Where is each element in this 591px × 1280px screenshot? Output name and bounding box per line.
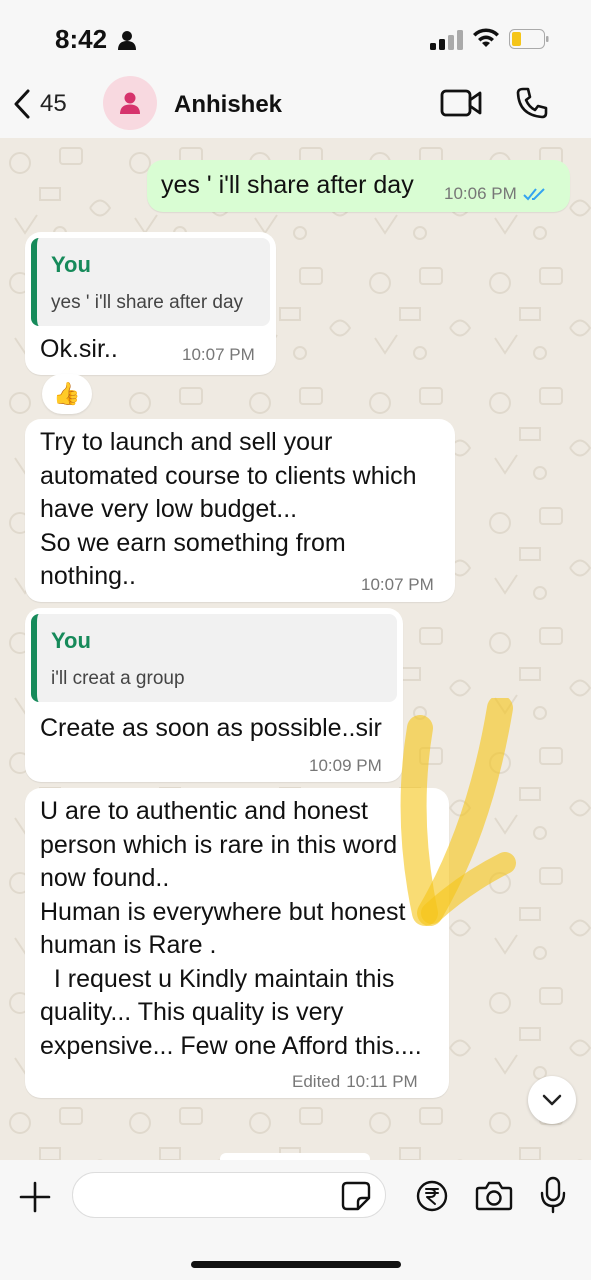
message-input[interactable]	[72, 1172, 386, 1218]
message-meta: 10:07 PM	[182, 345, 255, 365]
scroll-to-bottom-button[interactable]	[528, 1076, 576, 1124]
status-time: 8:42	[55, 24, 108, 54]
microphone-icon	[540, 1176, 566, 1214]
message-text: yes ' i'll share after day	[161, 171, 414, 199]
cellular-signal-icon	[430, 30, 463, 50]
wifi-icon	[473, 28, 499, 47]
voice-call-button[interactable]	[515, 86, 549, 125]
thumbs-up-icon: 👍	[53, 381, 81, 406]
quote-text: i'll creat a group	[51, 668, 185, 689]
message-time: 10:09 PM	[309, 756, 382, 775]
home-indicator	[191, 1261, 401, 1268]
plus-icon	[19, 1181, 51, 1213]
message-time: 10:06 PM	[444, 184, 517, 203]
message-time: 10:11 PM	[346, 1072, 418, 1091]
quoted-message[interactable]: You yes ' i'll share after day	[31, 238, 270, 326]
quote-author: You	[51, 252, 91, 277]
person-icon	[118, 31, 136, 50]
message-text: Create as soon as possible..sir	[40, 714, 382, 742]
attach-button[interactable]	[18, 1180, 52, 1219]
chevron-down-icon	[542, 1094, 562, 1106]
video-camera-icon	[440, 89, 482, 117]
phone-icon	[516, 87, 548, 119]
message-meta: 10:06 PM	[444, 184, 547, 204]
microphone-button[interactable]	[540, 1176, 566, 1219]
quote-text: yes ' i'll share after day	[51, 292, 244, 313]
message-incoming[interactable]: You i'll creat a group Create as soon as…	[25, 608, 403, 782]
message-incoming[interactable]: Try to launch and sell your automated co…	[25, 419, 455, 602]
contact-name[interactable]: Anhishek	[174, 91, 282, 119]
chat-area[interactable]: yes ' i'll share after day 10:06 PM You …	[0, 138, 591, 1160]
double-check-read-icon	[523, 188, 545, 201]
partial-message	[220, 1153, 370, 1160]
unread-count: 45	[40, 90, 67, 117]
avatar[interactable]	[103, 76, 157, 130]
message-time: 10:07 PM	[361, 575, 434, 594]
person-icon	[120, 92, 140, 114]
video-call-button[interactable]	[440, 88, 482, 123]
chat-header: 45 Anhishek	[0, 70, 591, 138]
status-bar: 8:42	[0, 0, 591, 70]
sticker-icon	[341, 1181, 371, 1211]
message-text: Ok.sir..	[40, 335, 118, 363]
message-outgoing[interactable]: yes ' i'll share after day 10:06 PM	[147, 160, 570, 212]
payment-button[interactable]	[416, 1180, 448, 1217]
chevron-left-icon	[14, 89, 30, 119]
message-text: Try to launch and sell your automated co…	[40, 428, 417, 590]
message-text: U are to authentic and honest person whi…	[40, 797, 422, 1060]
message-meta: 10:09 PM	[309, 756, 382, 776]
back-button[interactable]: 45	[12, 88, 67, 120]
message-incoming[interactable]: U are to authentic and honest person whi…	[25, 788, 449, 1098]
reaction-badge[interactable]: 👍	[42, 374, 92, 414]
message-incoming[interactable]: You yes ' i'll share after day Ok.sir.. …	[25, 232, 276, 375]
sticker-button[interactable]	[341, 1181, 371, 1216]
message-meta: Edited 10:11 PM	[292, 1072, 418, 1092]
edited-label: Edited	[292, 1072, 341, 1091]
message-meta: 10:07 PM	[361, 575, 434, 595]
camera-icon	[475, 1181, 513, 1211]
camera-button[interactable]	[475, 1180, 513, 1217]
message-time: 10:07 PM	[182, 345, 255, 364]
rupee-icon	[416, 1180, 448, 1212]
battery-icon	[509, 29, 549, 49]
quote-author: You	[51, 628, 91, 653]
quoted-message[interactable]: You i'll creat a group	[31, 614, 397, 702]
